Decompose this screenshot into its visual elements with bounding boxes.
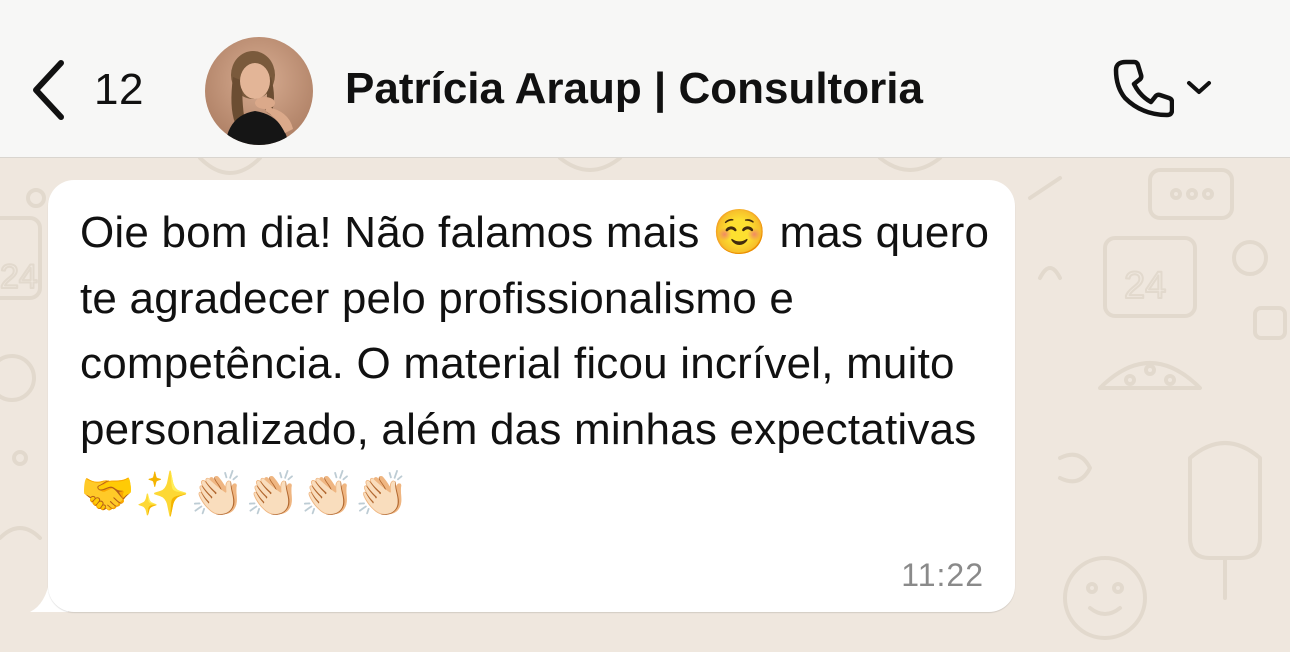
- contact-name[interactable]: Patrícia Araup | Consultoria: [345, 64, 923, 114]
- phone-icon: [1112, 57, 1175, 124]
- back-button[interactable]: 12: [30, 50, 144, 130]
- call-button[interactable]: [1112, 52, 1224, 128]
- chat-header: 12 Patrícia Araup | Consultoria: [0, 0, 1290, 158]
- chevron-left-icon: [30, 59, 66, 121]
- chevron-down-icon: [1186, 80, 1212, 101]
- svg-text:24: 24: [0, 258, 38, 296]
- message-timestamp: 11:22: [901, 557, 984, 593]
- message-text: Oie bom dia! Não falamos mais ☺️ mas que…: [80, 208, 990, 519]
- unread-count: 12: [94, 65, 144, 114]
- svg-text:24: 24: [1124, 265, 1166, 307]
- contact-avatar[interactable]: [205, 37, 313, 145]
